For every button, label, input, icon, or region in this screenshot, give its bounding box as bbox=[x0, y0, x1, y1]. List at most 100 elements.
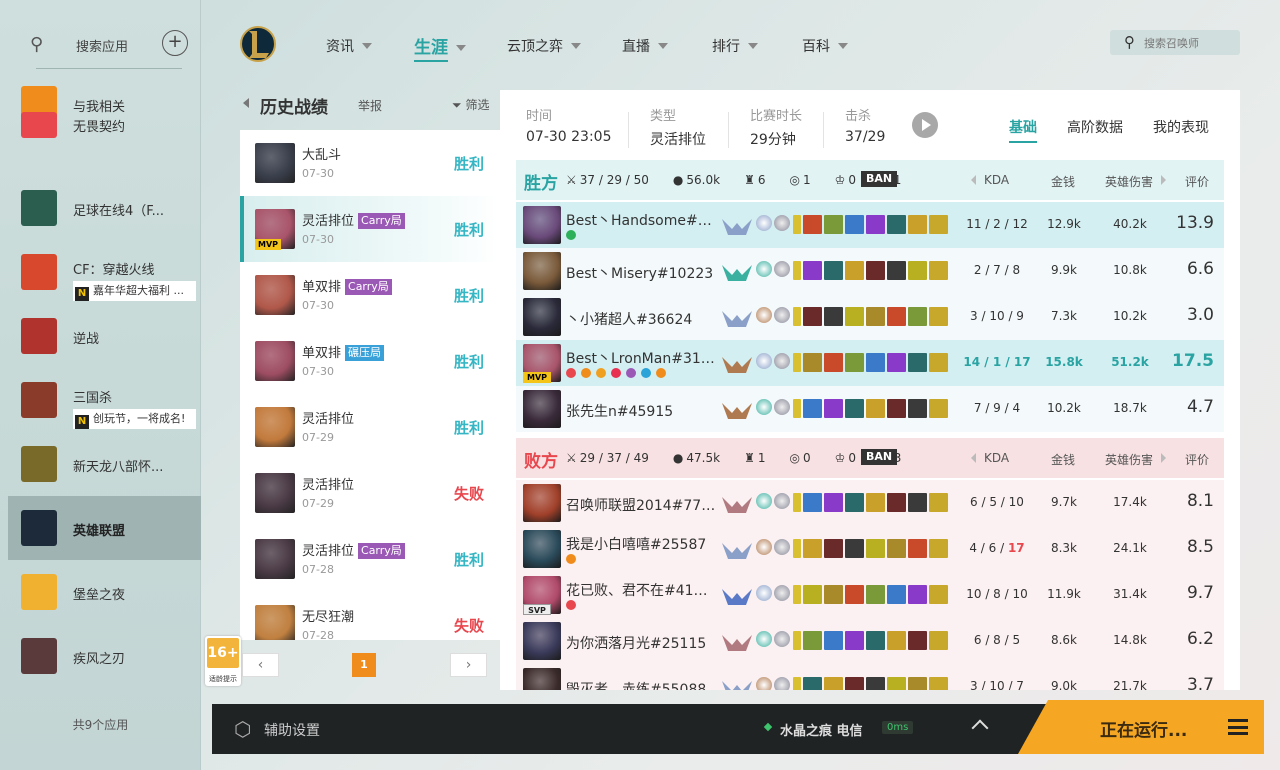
chevron-left-icon[interactable] bbox=[971, 453, 976, 463]
chevron-right-icon[interactable] bbox=[1161, 175, 1166, 185]
badge-icon bbox=[656, 368, 666, 378]
match-result: 胜利 bbox=[454, 353, 485, 371]
player-row[interactable]: 为你洒落月光#25115 6 / 8 / 5 8.6k 14.8k 6.2 bbox=[516, 618, 1224, 664]
assist-settings-button[interactable]: 辅助设置 bbox=[264, 720, 320, 740]
tab-1[interactable]: 高阶数据 bbox=[1067, 117, 1123, 137]
match-result: 失败 bbox=[454, 485, 485, 503]
team-stat: ● 56.0k bbox=[673, 173, 732, 187]
player-row[interactable]: 毁灭者、赤练#55088 3 / 10 / 7 9.0k 21.7k 3.7 bbox=[516, 664, 1224, 690]
running-button[interactable]: 正在运行... bbox=[1018, 700, 1264, 754]
gold-icon: ● bbox=[672, 451, 684, 465]
player-row[interactable]: 我是小白嘻嘻#25587 4 / 6 / 17 8.3k 24.1k 8.5 bbox=[516, 526, 1224, 572]
report-button[interactable]: 举报 bbox=[358, 97, 382, 114]
app-name: 英雄联盟 bbox=[73, 524, 126, 539]
champion-avatar bbox=[523, 484, 561, 522]
player-row[interactable]: 召唤师联盟2014#771... 6 / 5 / 10 9.7k 17.4k 8.1 bbox=[516, 480, 1224, 526]
player-name[interactable]: Best丶LronMan#314... bbox=[566, 348, 716, 368]
player-name[interactable]: 召唤师联盟2014#771... bbox=[566, 495, 716, 515]
app-promo-text: 创玩节，一将成名! bbox=[93, 412, 186, 425]
history-row[interactable]: 灵活排位 07-29 胜利 bbox=[240, 394, 498, 460]
match-date: 07-29 bbox=[302, 497, 334, 510]
summoner-search[interactable]: ⚲ 搜索召唤师 bbox=[1110, 30, 1240, 55]
player-name[interactable]: 毁灭者、赤练#55088 bbox=[566, 679, 716, 690]
player-kda-highlight: 17 bbox=[1007, 541, 1025, 555]
app-item[interactable]: 足球在线4（F... bbox=[8, 176, 201, 240]
filter-button[interactable]: ⏷ 筛选 bbox=[452, 96, 489, 113]
history-row[interactable]: 大乱斗 07-30 胜利 bbox=[240, 130, 498, 196]
app-item[interactable]: 无畏契约 bbox=[8, 112, 201, 152]
divider bbox=[628, 112, 629, 148]
app-promo[interactable]: N 嘉年华超大福利 ... bbox=[73, 281, 196, 301]
app-promo[interactable]: N 创玩节，一将成名! bbox=[73, 409, 196, 429]
player-name[interactable]: Best丶Handsome#63... bbox=[566, 210, 716, 230]
champion-avatar bbox=[255, 539, 295, 579]
nav-item[interactable]: 云顶之弈 bbox=[507, 36, 581, 56]
champion-avatar bbox=[255, 473, 295, 513]
player-damage: 14.8k bbox=[1113, 633, 1147, 647]
app-item[interactable]: 逆战 bbox=[8, 304, 201, 368]
item-icon bbox=[887, 261, 906, 280]
team-stat: ◎ 1 bbox=[789, 173, 822, 187]
app-item[interactable]: 新天龙八部怀... bbox=[8, 432, 201, 496]
match-date: 07-30 bbox=[302, 299, 334, 312]
chevron-up-icon[interactable] bbox=[971, 719, 989, 737]
match-date: 07-30 bbox=[302, 233, 334, 246]
history-row[interactable]: MVP 灵活排位 Carry局 07-30 胜利 bbox=[240, 196, 498, 262]
item-icon bbox=[929, 585, 948, 604]
nav-item[interactable]: 生涯 bbox=[414, 33, 466, 62]
history-row[interactable]: 灵活排位 07-29 失败 bbox=[240, 460, 498, 526]
history-row[interactable]: 灵活排位 Carry局 07-28 胜利 bbox=[240, 526, 498, 592]
chevron-left-icon[interactable] bbox=[971, 175, 976, 185]
player-damage: 40.2k bbox=[1113, 217, 1147, 231]
player-name[interactable]: 我是小白嘻嘻#25587 bbox=[566, 534, 716, 554]
player-name[interactable]: Best丶Misery#10223 bbox=[566, 263, 716, 283]
history-row[interactable]: 无尽狂潮 07-28 失败 bbox=[240, 592, 498, 640]
player-row[interactable]: 张先生n#45915 7 / 9 / 4 10.2k 18.7k 4.7 bbox=[516, 386, 1224, 432]
back-arrow-icon[interactable] bbox=[243, 98, 249, 108]
history-row[interactable]: 单双排 Carry局 07-30 胜利 bbox=[240, 262, 498, 328]
player-row[interactable]: MVP Best丶LronMan#314... 14 / 1 / 17 15.8k 51… bbox=[516, 340, 1224, 386]
tab-2[interactable]: 我的表现 bbox=[1153, 117, 1209, 137]
server-name[interactable]: 水晶之痕 电信 bbox=[780, 720, 863, 739]
app-search[interactable]: ⚲ 搜索应用 + bbox=[24, 26, 194, 62]
player-row[interactable]: Best丶Handsome#63... 11 / 2 / 12 12.9k 40.2k… bbox=[516, 202, 1224, 248]
summoner-spell-icon bbox=[774, 677, 790, 690]
app-item[interactable]: 堡垒之夜 bbox=[8, 560, 201, 624]
match-date: 07-30 bbox=[302, 365, 334, 378]
rank-emblem-icon bbox=[722, 493, 752, 515]
team-stat: ♜ 6 bbox=[744, 173, 777, 187]
player-name[interactable]: 丶小猪超人#36624 bbox=[566, 309, 716, 329]
app-item[interactable]: 三国杀 N 创玩节，一将成名! bbox=[8, 368, 201, 432]
player-name[interactable]: 张先生n#45915 bbox=[566, 401, 716, 421]
nav-item[interactable]: 直播 bbox=[622, 36, 668, 56]
player-name[interactable]: 花已败、君不在#41528 bbox=[566, 580, 716, 600]
nav-item[interactable]: 百科 bbox=[802, 36, 848, 56]
champion-avatar bbox=[255, 605, 295, 640]
player-name[interactable]: 为你洒落月光#25115 bbox=[566, 633, 716, 653]
lol-logo-icon[interactable] bbox=[238, 24, 278, 64]
replay-play-icon[interactable] bbox=[912, 112, 938, 138]
page-number[interactable]: 1 bbox=[352, 653, 376, 677]
prev-page-button[interactable]: ‹ bbox=[242, 653, 279, 677]
app-item[interactable]: 英雄联盟 bbox=[8, 496, 201, 560]
player-row[interactable]: SVP 花已败、君不在#41528 10 / 8 / 10 11.9k 31.4k 9.7 bbox=[516, 572, 1224, 618]
badge-icon bbox=[626, 368, 636, 378]
menu-icon[interactable] bbox=[1228, 719, 1248, 735]
player-row[interactable]: Best丶Misery#10223 2 / 7 / 8 9.9k 10.8k 6.6 bbox=[516, 248, 1224, 294]
chevron-right-icon[interactable] bbox=[1161, 453, 1166, 463]
item-icon bbox=[908, 631, 927, 650]
info-value: 灵活排位 bbox=[650, 132, 706, 148]
player-row[interactable]: 丶小猪超人#36624 3 / 10 / 9 7.3k 10.2k 3.0 bbox=[516, 294, 1224, 340]
running-label: 正在运行... bbox=[1100, 721, 1188, 741]
summoner-spell-icon bbox=[756, 493, 772, 509]
match-date: 07-28 bbox=[302, 629, 334, 640]
nav-item[interactable]: 排行 bbox=[712, 36, 758, 56]
item-icon bbox=[887, 539, 906, 558]
history-row[interactable]: 单双排 碾压局 07-30 胜利 bbox=[240, 328, 498, 394]
app-item[interactable]: CF：穿越火线 N 嘉年华超大福利 ... bbox=[8, 240, 201, 304]
tab-0[interactable]: 基础 bbox=[1009, 117, 1037, 143]
add-app-button[interactable]: + bbox=[162, 30, 188, 56]
app-item[interactable]: 疾风之刃 bbox=[8, 624, 201, 688]
next-page-button[interactable]: › bbox=[450, 653, 487, 677]
nav-item[interactable]: 资讯 bbox=[326, 36, 372, 56]
